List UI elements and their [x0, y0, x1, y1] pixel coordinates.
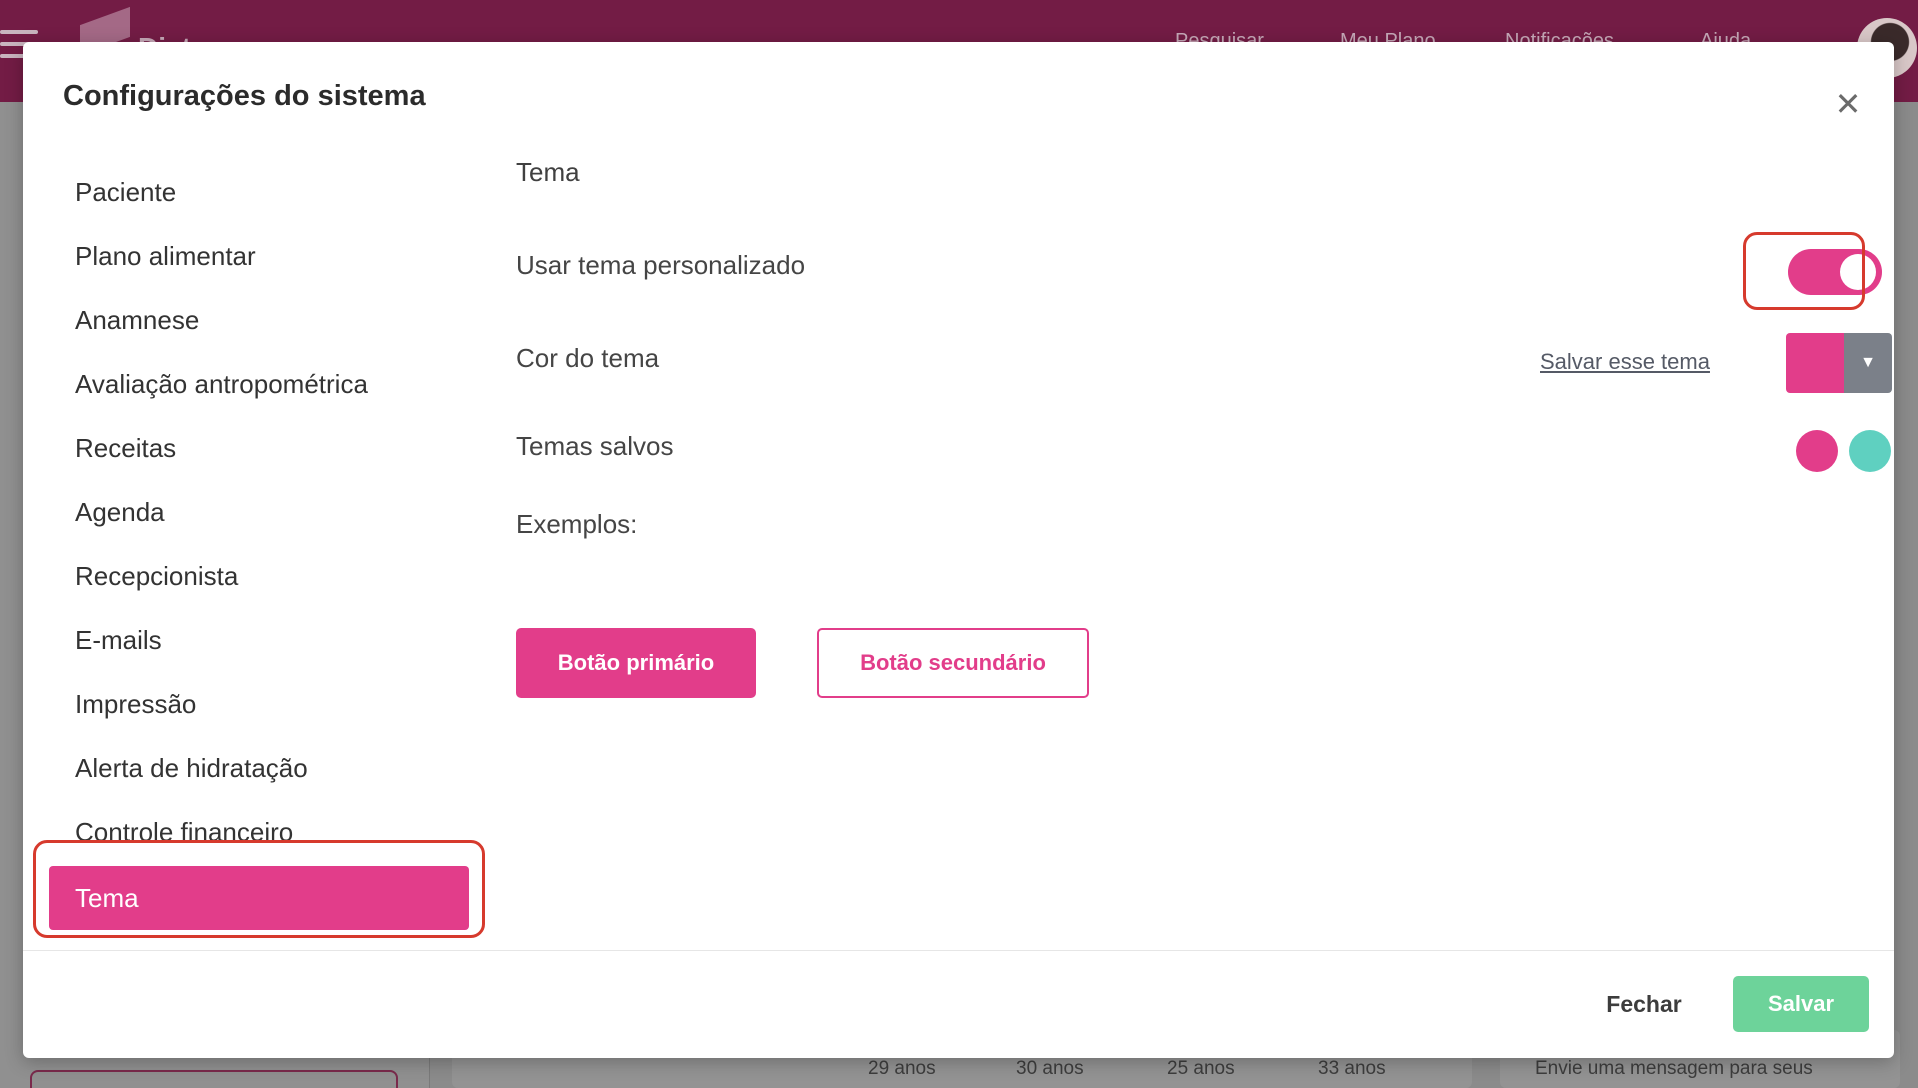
saved-themes-label: Temas salvos: [516, 431, 674, 461]
settings-sidebar: Paciente Plano alimentar Anamnese Avalia…: [49, 160, 481, 930]
primary-button-example[interactable]: Botão primário: [516, 628, 756, 698]
background-outline-button: [30, 1070, 398, 1088]
saved-theme-pink[interactable]: [1796, 430, 1838, 472]
background-age: 33 anos: [1318, 1058, 1386, 1079]
sidebar-item-recepcionista[interactable]: Recepcionista: [49, 544, 481, 608]
sidebar-item-avaliacao-antropometrica[interactable]: Avaliação antropométrica: [49, 352, 481, 416]
custom-theme-toggle[interactable]: [1788, 249, 1882, 295]
caret-down-icon: ▼: [1844, 333, 1892, 393]
sidebar-item-alerta-hidratacao[interactable]: Alerta de hidratação: [49, 736, 481, 800]
theme-color-swatch: [1786, 333, 1844, 393]
secondary-button-example[interactable]: Botão secundário: [817, 628, 1089, 698]
save-theme-link[interactable]: Salvar esse tema: [1540, 349, 1710, 375]
sidebar-item-controle-financeiro[interactable]: Controle financeiro: [49, 800, 481, 864]
sidebar-item-agenda[interactable]: Agenda: [49, 480, 481, 544]
background-age: 29 anos: [868, 1058, 936, 1079]
theme-color-picker[interactable]: ▼: [1786, 333, 1892, 393]
sidebar-item-tema[interactable]: Tema: [49, 866, 469, 930]
sidebar-item-receitas[interactable]: Receitas: [49, 416, 481, 480]
modal-title: Configurações do sistema: [63, 80, 426, 112]
theme-color-label: Cor do tema: [516, 343, 660, 373]
sidebar-item-anamnese[interactable]: Anamnese: [49, 288, 481, 352]
custom-theme-label: Usar tema personalizado: [516, 250, 806, 280]
sidebar-item-emails[interactable]: E-mails: [49, 608, 481, 672]
close-button[interactable]: Fechar: [1589, 976, 1699, 1032]
settings-modal: Configurações do sistema ✕ Paciente Plan…: [23, 42, 1894, 1058]
background-age: 30 anos: [1016, 1058, 1084, 1079]
background-age: 25 anos: [1167, 1058, 1235, 1079]
background-message-hint: Envie uma mensagem para seus: [1535, 1058, 1813, 1079]
save-button[interactable]: Salvar: [1733, 976, 1869, 1032]
examples-label: Exemplos:: [516, 509, 638, 539]
footer-divider: [23, 950, 1894, 951]
toggle-knob: [1840, 254, 1876, 290]
sidebar-item-paciente[interactable]: Paciente: [49, 160, 481, 224]
sidebar-item-impressao[interactable]: Impressão: [49, 672, 481, 736]
sidebar-item-plano-alimentar[interactable]: Plano alimentar: [49, 224, 481, 288]
close-icon[interactable]: ✕: [1833, 86, 1863, 122]
section-title: Tema: [516, 157, 580, 187]
saved-theme-teal[interactable]: [1849, 430, 1891, 472]
